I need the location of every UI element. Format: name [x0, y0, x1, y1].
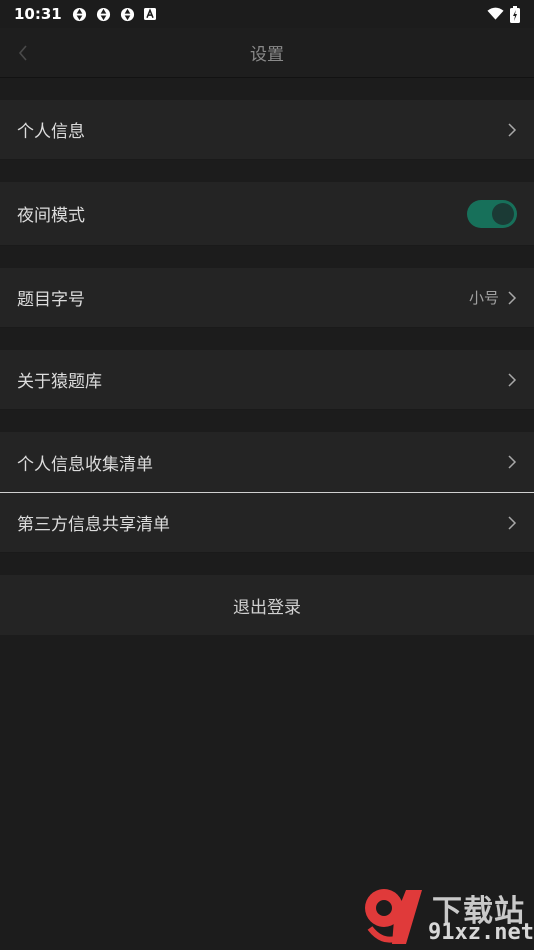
sync-icon: [72, 7, 86, 21]
a-icon: [143, 8, 156, 20]
chevron-right-icon: [508, 372, 517, 387]
back-button[interactable]: [10, 40, 36, 66]
status-time: 10:31: [14, 5, 62, 23]
watermark-site: 91xz.net: [428, 920, 534, 945]
font-size-label: 题目字号: [17, 290, 85, 310]
status-right: [487, 5, 520, 23]
chevron-right-icon: [508, 455, 517, 469]
logout-label: 退出登录: [233, 597, 301, 618]
chevron-right-icon: [508, 290, 517, 305]
watermark: 下载站 91xz.net: [362, 886, 534, 948]
logout-button[interactable]: 退出登录: [0, 575, 534, 635]
settings-item-third-party-list[interactable]: 第三方信息共享清单: [0, 493, 534, 553]
settings-item-about[interactable]: 关于猿题库: [0, 350, 534, 410]
wifi-icon: [487, 7, 504, 20]
nav-bar: 设置: [0, 28, 534, 78]
settings-item-night-mode: 夜间模式: [0, 182, 534, 246]
sync-icon: [120, 7, 134, 21]
chevron-right-icon: [508, 515, 517, 530]
toggle-knob: [492, 202, 514, 225]
night-mode-label: 夜间模式: [17, 206, 85, 226]
chevron-left-icon: [18, 45, 27, 61]
page-title: 设置: [250, 45, 284, 65]
settings-item-personal-info-list[interactable]: 个人信息收集清单: [0, 432, 534, 492]
settings-item-font-size[interactable]: 题目字号 小号: [0, 268, 534, 328]
status-bar: 10:31: [0, 0, 534, 28]
chevron-right-icon: [508, 122, 517, 137]
battery-icon: [510, 5, 520, 23]
sync-icon: [96, 7, 110, 21]
personal-info-label: 个人信息: [17, 122, 85, 142]
night-mode-toggle[interactable]: [467, 199, 517, 228]
settings-item-personal-info[interactable]: 个人信息: [0, 100, 534, 160]
watermark-logo-icon: [365, 889, 422, 944]
personal-info-list-label: 个人信息收集清单: [17, 454, 153, 475]
font-size-value: 小号: [468, 289, 499, 307]
third-party-list-label: 第三方信息共享清单: [17, 515, 170, 535]
about-label: 关于猿题库: [17, 372, 102, 392]
